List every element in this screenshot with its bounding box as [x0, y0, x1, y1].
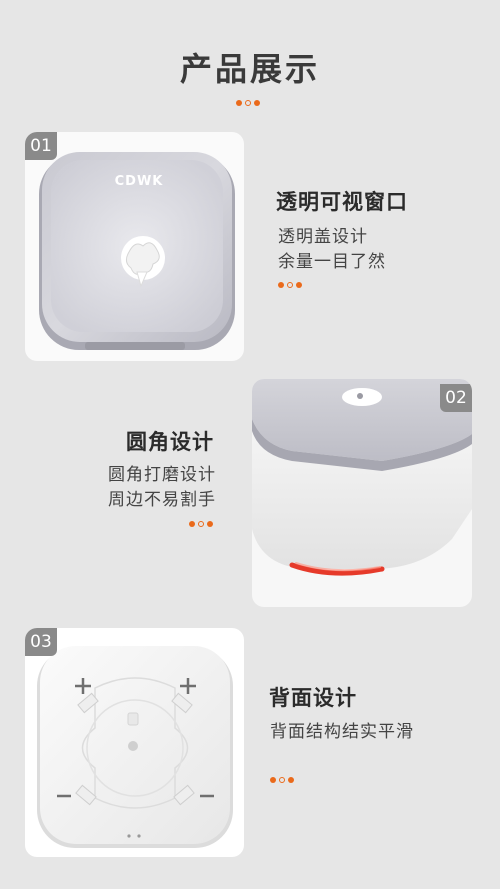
- card-number-badge: 03: [25, 628, 57, 656]
- dot-filled: [288, 777, 294, 783]
- feature-dots-3: [270, 777, 294, 783]
- title-dots: [236, 100, 260, 106]
- feature-desc-3-line-1: 背面结构结实平滑: [270, 722, 414, 742]
- dot-outline: [279, 777, 285, 783]
- feature-dots-2: [189, 521, 213, 527]
- dot-filled: [296, 282, 302, 288]
- feature-heading-3: 背面设计: [269, 686, 357, 710]
- feature-card-3: 03: [25, 628, 244, 857]
- dot-outline: [245, 100, 251, 106]
- dot-filled: [254, 100, 260, 106]
- dot-outline: [198, 521, 204, 527]
- dispenser-corner-image: [252, 379, 472, 576]
- card-number-badge: 01: [25, 132, 57, 160]
- feature-heading-2: 圆角设计: [126, 430, 214, 454]
- dispenser-front-image: [39, 152, 235, 350]
- dot-outline: [287, 282, 293, 288]
- dot-filled: [278, 282, 284, 288]
- feature-desc-2-line-2: 周边不易割手: [108, 490, 216, 510]
- feature-desc-1-line-1: 透明盖设计: [278, 227, 368, 247]
- dot-filled: [270, 777, 276, 783]
- card-number-badge: 02: [440, 384, 472, 412]
- dot-filled: [189, 521, 195, 527]
- feature-heading-1: 透明可视窗口: [276, 190, 408, 214]
- dispenser-back-image: [37, 646, 233, 848]
- feature-desc-1-line-2: 余量一目了然: [278, 252, 386, 272]
- page-title: 产品展示: [179, 50, 320, 88]
- dot-filled: [236, 100, 242, 106]
- dot-filled: [207, 521, 213, 527]
- feature-desc-2-line-1: 圆角打磨设计: [108, 465, 216, 485]
- brand-logo: CDWK: [114, 174, 164, 189]
- feature-card-1: CDWK 01: [25, 132, 244, 361]
- feature-dots-1: [278, 282, 302, 288]
- feature-card-2: 02: [252, 379, 472, 607]
